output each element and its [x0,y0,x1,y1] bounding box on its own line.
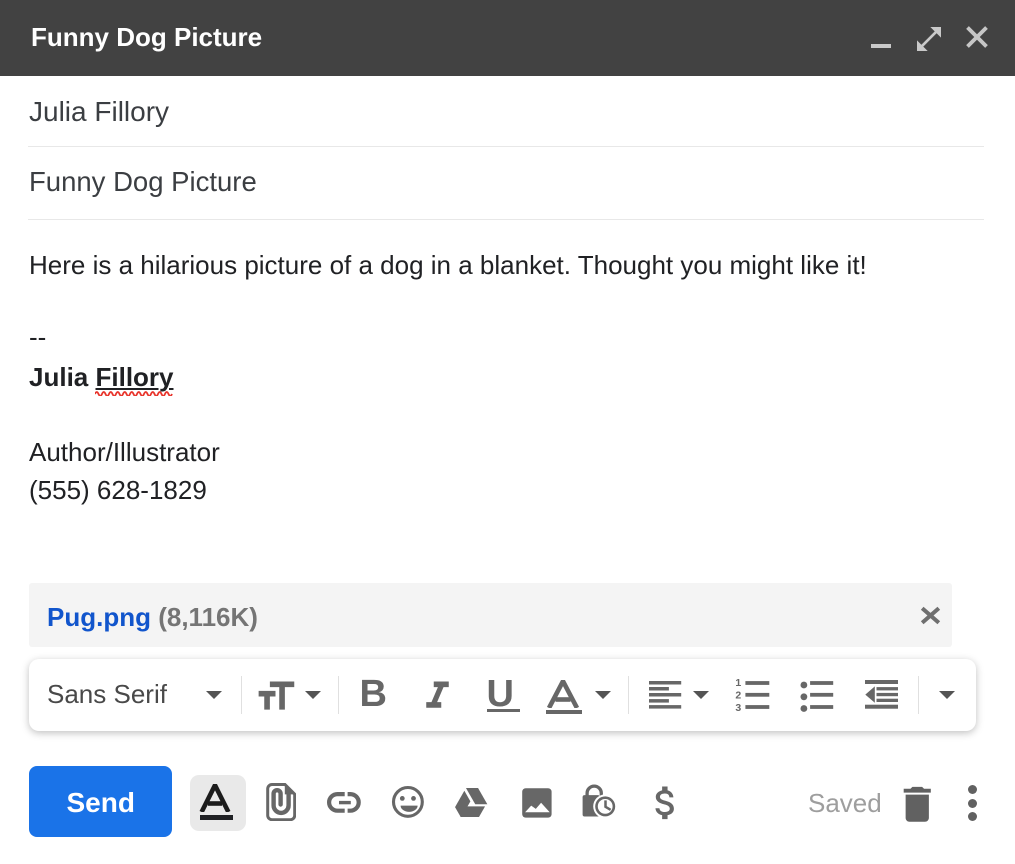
svg-text:2: 2 [735,689,741,701]
svg-text:3: 3 [735,702,741,714]
svg-text:1: 1 [735,678,741,689]
